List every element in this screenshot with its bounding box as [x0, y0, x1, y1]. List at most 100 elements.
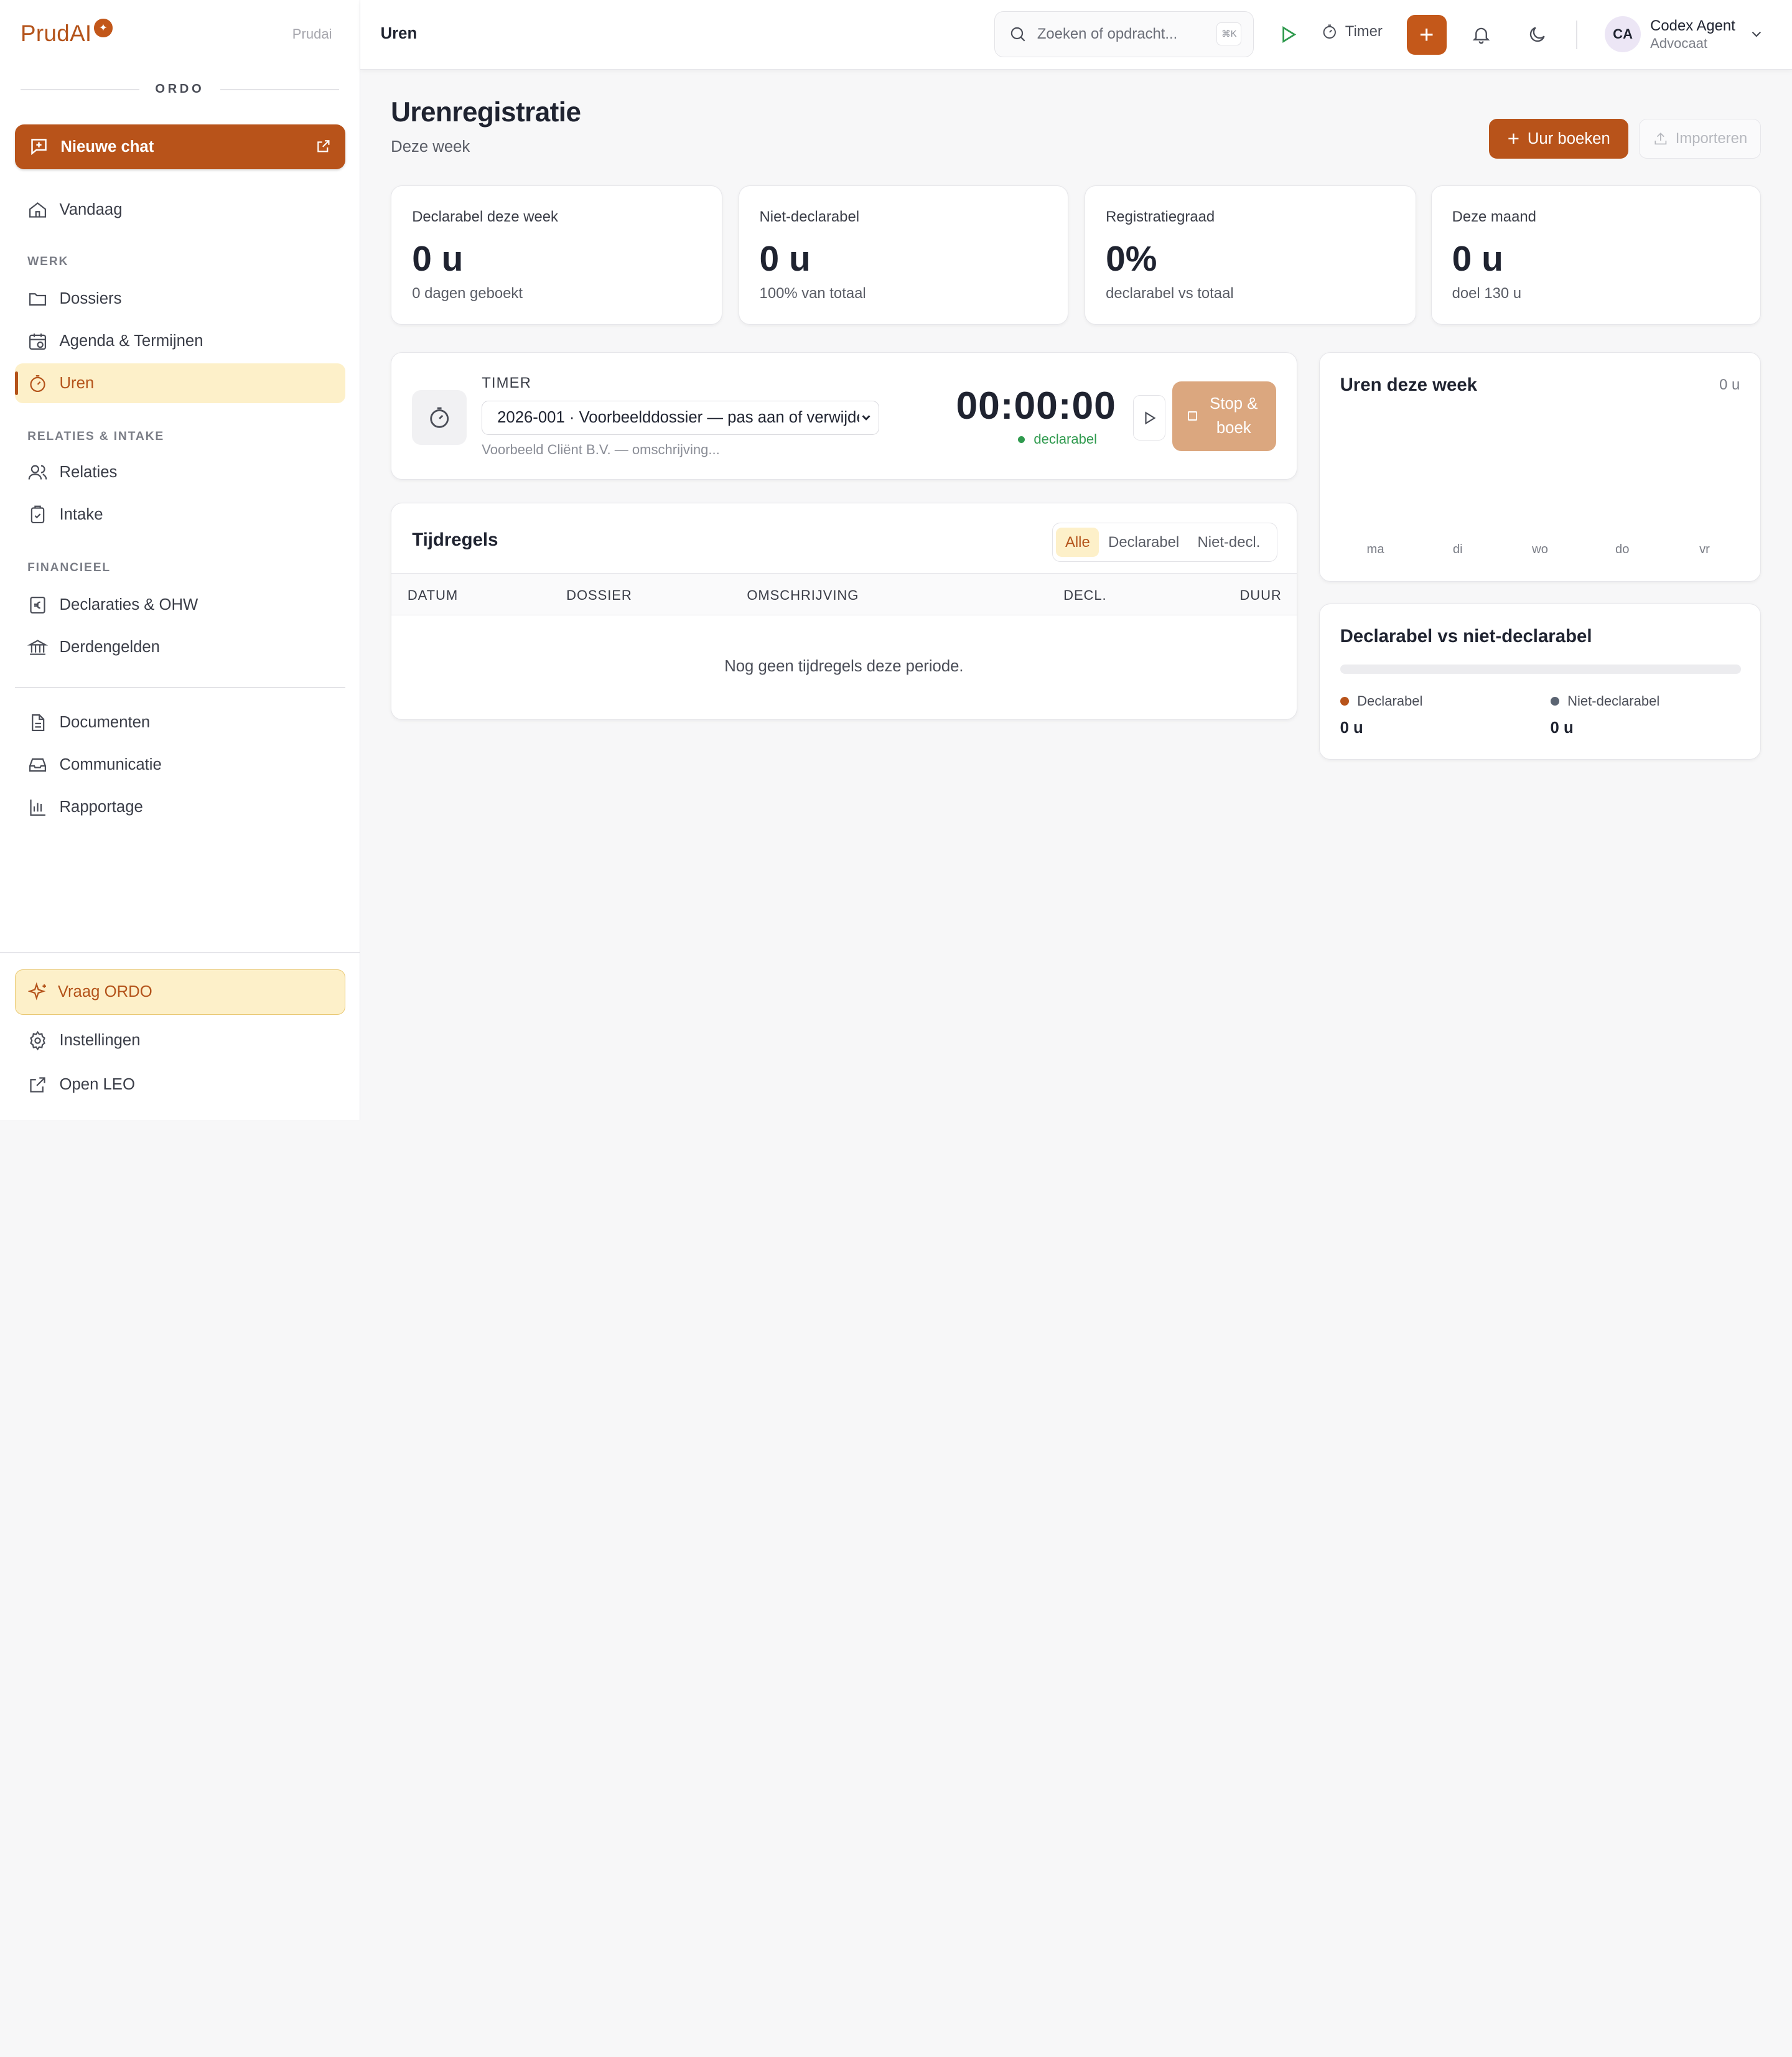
sidebar: PrudAI ✦ Prudai ORDO Nieuwe chat Vandaag…	[0, 0, 360, 1120]
billable-status-label: declarabel	[1034, 431, 1098, 447]
users-icon	[28, 465, 47, 480]
day-label: wo	[1532, 542, 1548, 556]
column-header-dossier[interactable]: DOSSIER	[566, 587, 632, 604]
stop-icon	[1188, 411, 1197, 421]
empty-state: Nog geen tijdregels deze periode.	[724, 658, 964, 676]
add-button[interactable]	[1406, 14, 1447, 55]
timer-description-input[interactable]: Voorbeeld Cliënt B.V. — omschrijving...	[482, 442, 719, 458]
billable-split-bar	[1340, 665, 1742, 674]
sidebar-item-vandaag[interactable]: Vandaag	[15, 190, 345, 230]
euro-document-icon	[30, 597, 45, 614]
legend-non-billable: Niet-declarabel	[1550, 693, 1660, 709]
sidebar-item-label: Relaties	[59, 463, 118, 481]
sidebar-item-dossiers[interactable]: Dossiers	[15, 279, 345, 319]
stat-label: Deze maand	[1452, 208, 1536, 226]
sidebar-item-label: Open LEO	[59, 1076, 135, 1094]
home-icon	[29, 202, 47, 218]
workspace-label: Prudai	[292, 26, 332, 42]
search-input[interactable]: Zoeken of opdracht... ⌘K	[994, 11, 1254, 57]
upload-icon	[1654, 133, 1667, 145]
stat-label: Niet-declarabel	[759, 208, 860, 226]
stat-card-registration-rate: Registratiegraad 0% declarabel vs totaal	[1085, 185, 1416, 325]
sidebar-item-communicatie[interactable]: Communicatie	[15, 745, 345, 785]
sidebar-item-agenda[interactable]: Agenda & Termijnen	[15, 321, 345, 361]
timer-button-label: Timer	[1345, 22, 1383, 40]
sidebar-item-label: Instellingen	[59, 1031, 141, 1049]
week-hours-title: Uren deze week	[1340, 374, 1478, 395]
chevron-down-icon	[859, 410, 874, 424]
avatar[interactable]: CA	[1604, 16, 1641, 53]
billable-status[interactable]: declarabel	[1017, 431, 1098, 447]
dossier-select[interactable]: 2026-001 · Voorbeelddossier — pas aan of…	[482, 400, 880, 435]
stat-label: Registratiegraad	[1106, 208, 1215, 226]
sidebar-item-relaties[interactable]: Relaties	[15, 452, 345, 492]
filter-billable[interactable]: Declarabel	[1099, 528, 1188, 557]
stat-label: Declarabel deze week	[412, 208, 558, 226]
time-entries-title: Tijdregels	[412, 529, 498, 551]
stat-value: 0 u	[759, 239, 811, 279]
timer-card: TIMER 2026-001 · Voorbeelddossier — pas …	[391, 352, 1297, 480]
week-hours-total: 0 u	[1719, 376, 1740, 394]
sidebar-item-uren[interactable]: Uren	[14, 363, 345, 404]
column-header-duur[interactable]: DUUR	[1239, 587, 1281, 604]
timer-button[interactable]: Timer	[1321, 23, 1383, 40]
sidebar-item-label: Vandaag	[59, 200, 123, 218]
legend-label: Niet-declarabel	[1567, 693, 1660, 709]
sidebar-item-label: Intake	[59, 505, 103, 523]
timer-icon-box	[412, 390, 467, 445]
chevron-down-icon[interactable]	[1748, 26, 1765, 42]
stat-subtext: doel 130 u	[1452, 285, 1522, 302]
filter-non-billable[interactable]: Niet-decl.	[1188, 528, 1269, 557]
ordo-separator: ORDO	[21, 82, 339, 96]
stat-value: 0 u	[1452, 239, 1503, 279]
user-name[interactable]: Codex Agent	[1650, 17, 1735, 35]
stop-and-book-button[interactable]: Stop & boek	[1172, 381, 1276, 451]
sidebar-item-label: Derdengelden	[59, 638, 160, 656]
bell-icon[interactable]	[1471, 24, 1491, 45]
section-financieel: FINANCIEEL	[27, 561, 111, 574]
brand-name: PrudAI	[21, 21, 92, 47]
gear-icon	[30, 1030, 45, 1051]
sidebar-item-open-leo[interactable]: Open LEO	[15, 1065, 345, 1105]
filter-all[interactable]: Alle	[1056, 527, 1099, 557]
sidebar-item-intake[interactable]: Intake	[15, 495, 345, 534]
column-header-omschrijving[interactable]: OMSCHRIJVING	[747, 587, 859, 604]
divider	[21, 88, 139, 90]
sidebar-item-declaraties[interactable]: Declaraties & OHW	[15, 585, 345, 625]
start-timer-button[interactable]	[1133, 394, 1165, 441]
day-label: vr	[1699, 542, 1710, 556]
legend-billable: Declarabel	[1340, 693, 1422, 709]
search-placeholder: Zoeken of opdracht...	[1037, 26, 1178, 43]
moon-icon[interactable]	[1527, 24, 1547, 45]
book-hours-button[interactable]: + Uur boeken	[1489, 119, 1629, 159]
clipboard-check-icon	[30, 505, 45, 523]
external-link-icon[interactable]	[315, 138, 332, 154]
play-icon[interactable]	[1277, 24, 1298, 45]
import-button[interactable]: Importeren	[1638, 119, 1762, 159]
billable-split-title: Declarabel vs niet-declarabel	[1340, 625, 1592, 646]
ask-ordo-button[interactable]: Vraag ORDO	[14, 969, 345, 1015]
timer-clock: 00:00:00	[956, 384, 1116, 428]
book-hours-label: Uur boeken	[1527, 129, 1610, 147]
brand-logo[interactable]: PrudAI ✦	[21, 19, 113, 47]
column-header-decl[interactable]: DECL.	[1063, 587, 1106, 604]
sidebar-item-instellingen[interactable]: Instellingen	[15, 1020, 345, 1060]
column-header-datum[interactable]: DATUM	[408, 587, 458, 604]
stop-and-book-label: Stop & boek	[1210, 395, 1258, 437]
user-role: Advocaat	[1650, 35, 1708, 51]
new-chat-button[interactable]: Nieuwe chat	[14, 124, 345, 169]
stat-card-non-billable: Niet-declarabel 0 u 100% van totaal	[738, 185, 1069, 325]
divider	[1575, 21, 1577, 49]
stat-card-this-month: Deze maand 0 u doel 130 u	[1430, 185, 1762, 325]
stat-subtext: 0 dagen geboekt	[412, 285, 523, 302]
chat-plus-icon	[31, 139, 47, 156]
sidebar-item-derdengelden[interactable]: Derdengelden	[15, 627, 345, 667]
calendar-clock-icon	[29, 333, 47, 350]
sidebar-item-label: Declaraties & OHW	[59, 596, 198, 614]
day-label: do	[1615, 542, 1630, 556]
new-chat-label: Nieuwe chat	[60, 138, 154, 156]
sidebar-item-label: Uren	[59, 374, 95, 392]
sidebar-item-rapportage[interactable]: Rapportage	[15, 787, 345, 827]
sidebar-item-documenten[interactable]: Documenten	[15, 703, 345, 743]
sidebar-item-label: Documenten	[59, 714, 151, 732]
